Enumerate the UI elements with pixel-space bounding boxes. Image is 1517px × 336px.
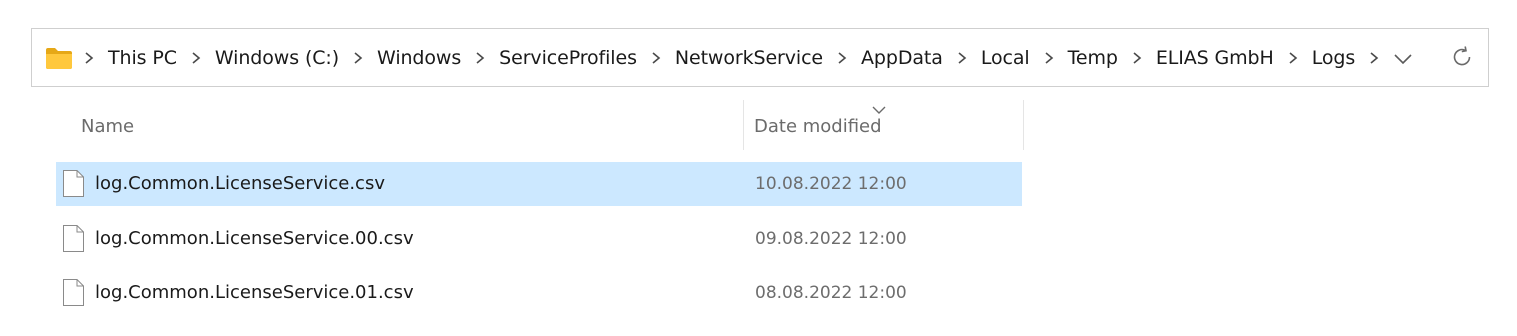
- breadcrumb-chevron-icon[interactable]: [353, 51, 365, 65]
- column-header-name-label: Name: [81, 116, 135, 137]
- breadcrumb-item[interactable]: ServiceProfiles: [499, 47, 637, 69]
- file-date-modified: 08.08.2022 12:00: [755, 283, 907, 303]
- breadcrumb-chevron-icon[interactable]: [475, 51, 487, 65]
- file-date-modified: 10.08.2022 12:00: [755, 174, 907, 194]
- breadcrumb-item[interactable]: Local: [981, 47, 1030, 69]
- refresh-icon: [1450, 45, 1474, 73]
- breadcrumb-chevron-icon[interactable]: [1132, 51, 1144, 65]
- folder-icon: [45, 46, 73, 70]
- breadcrumb-chevron-icon[interactable]: [651, 51, 663, 65]
- breadcrumb-chevron-icon[interactable]: [191, 51, 203, 65]
- file-date-modified: 09.08.2022 12:00: [755, 229, 907, 249]
- breadcrumb-chevron-icon[interactable]: [1288, 51, 1300, 65]
- refresh-button[interactable]: [1447, 44, 1477, 74]
- file-name: log.Common.LicenseService.01.csv: [95, 282, 414, 303]
- breadcrumb-item[interactable]: Temp: [1068, 47, 1118, 69]
- breadcrumb-item[interactable]: ELIAS GmbH: [1156, 47, 1274, 69]
- file-row[interactable]: log.Common.LicenseService.01.csv 08.08.2…: [56, 271, 1022, 315]
- file-icon: [63, 170, 84, 197]
- breadcrumb-chevron-icon[interactable]: [837, 51, 849, 65]
- file-explorer-window: This PC Windows (C:) Windows ServiceProfile…: [0, 0, 1517, 336]
- breadcrumb-item[interactable]: This PC: [108, 47, 177, 69]
- breadcrumb-item[interactable]: Windows (C:): [215, 47, 339, 69]
- file-name: log.Common.LicenseService.00.csv: [95, 228, 414, 249]
- breadcrumb-chevron-icon[interactable]: [1044, 51, 1056, 65]
- breadcrumb-item[interactable]: NetworkService: [675, 47, 823, 69]
- breadcrumb-chevron-icon[interactable]: [957, 51, 969, 65]
- chevron-down-icon: [1393, 50, 1413, 69]
- file-icon: [63, 225, 84, 252]
- breadcrumb-item[interactable]: Logs: [1312, 47, 1356, 69]
- breadcrumb: This PC Windows (C:) Windows ServiceProfile…: [84, 29, 1393, 86]
- file-name: log.Common.LicenseService.csv: [95, 173, 385, 194]
- file-icon: [63, 279, 84, 306]
- breadcrumb-chevron-icon[interactable]: [84, 51, 96, 65]
- file-row[interactable]: log.Common.LicenseService.csv 10.08.2022…: [56, 162, 1022, 206]
- address-dropdown-button[interactable]: [1388, 44, 1418, 74]
- file-row[interactable]: log.Common.LicenseService.00.csv 09.08.2…: [56, 217, 1022, 261]
- address-bar[interactable]: This PC Windows (C:) Windows ServiceProfile…: [31, 28, 1489, 87]
- breadcrumb-item[interactable]: AppData: [861, 47, 943, 69]
- breadcrumb-chevron-icon[interactable]: [1369, 51, 1381, 65]
- breadcrumb-item[interactable]: Windows: [377, 47, 461, 69]
- column-header-name[interactable]: Name: [56, 100, 743, 150]
- column-header-date-label: Date modified: [754, 116, 882, 137]
- column-header-date-modified[interactable]: Date modified: [743, 100, 1024, 150]
